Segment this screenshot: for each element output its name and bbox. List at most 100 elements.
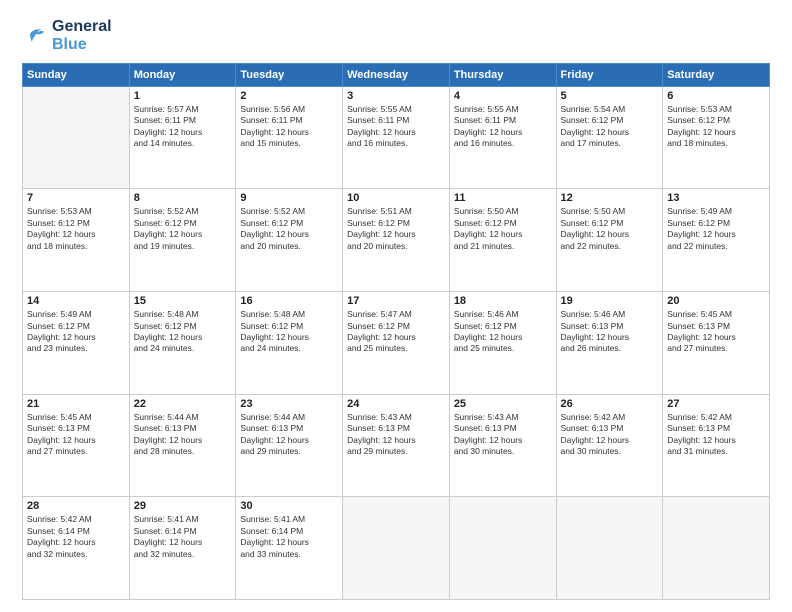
calendar-cell bbox=[663, 497, 770, 600]
calendar-cell: 17 Sunrise: 5:47 AM Sunset: 6:12 PM Dayli… bbox=[343, 292, 450, 395]
calendar-cell: 16 Sunrise: 5:48 AM Sunset: 6:12 PM Dayli… bbox=[236, 292, 343, 395]
day-number: 15 bbox=[134, 295, 232, 307]
day-number: 26 bbox=[561, 398, 659, 410]
weekday-header: Thursday bbox=[449, 63, 556, 86]
cell-info: Sunrise: 5:49 AM Sunset: 6:12 PM Dayligh… bbox=[27, 309, 125, 355]
day-number: 8 bbox=[134, 192, 232, 204]
day-number: 24 bbox=[347, 398, 445, 410]
calendar-cell: 13 Sunrise: 5:49 AM Sunset: 6:12 PM Dayli… bbox=[663, 189, 770, 292]
calendar-cell: 15 Sunrise: 5:48 AM Sunset: 6:12 PM Dayli… bbox=[129, 292, 236, 395]
calendar-cell: 22 Sunrise: 5:44 AM Sunset: 6:13 PM Dayli… bbox=[129, 394, 236, 497]
calendar-cell: 8 Sunrise: 5:52 AM Sunset: 6:12 PM Daylig… bbox=[129, 189, 236, 292]
calendar-cell: 3 Sunrise: 5:55 AM Sunset: 6:11 PM Daylig… bbox=[343, 86, 450, 189]
day-number: 20 bbox=[667, 295, 765, 307]
cell-info: Sunrise: 5:44 AM Sunset: 6:13 PM Dayligh… bbox=[240, 412, 338, 458]
day-number: 27 bbox=[667, 398, 765, 410]
cell-info: Sunrise: 5:46 AM Sunset: 6:13 PM Dayligh… bbox=[561, 309, 659, 355]
calendar: SundayMondayTuesdayWednesdayThursdayFrid… bbox=[22, 63, 770, 600]
day-number: 17 bbox=[347, 295, 445, 307]
calendar-cell bbox=[556, 497, 663, 600]
page: GeneralBlue SundayMondayTuesdayWednesday… bbox=[0, 0, 792, 612]
cell-info: Sunrise: 5:52 AM Sunset: 6:12 PM Dayligh… bbox=[134, 206, 232, 252]
logo-bird-icon bbox=[22, 20, 50, 48]
cell-info: Sunrise: 5:43 AM Sunset: 6:13 PM Dayligh… bbox=[347, 412, 445, 458]
day-number: 2 bbox=[240, 90, 338, 102]
logo-text: GeneralBlue bbox=[52, 18, 112, 55]
cell-info: Sunrise: 5:50 AM Sunset: 6:12 PM Dayligh… bbox=[561, 206, 659, 252]
calendar-cell: 12 Sunrise: 5:50 AM Sunset: 6:12 PM Dayli… bbox=[556, 189, 663, 292]
calendar-cell: 14 Sunrise: 5:49 AM Sunset: 6:12 PM Dayli… bbox=[23, 292, 130, 395]
weekday-header-row: SundayMondayTuesdayWednesdayThursdayFrid… bbox=[23, 63, 770, 86]
cell-info: Sunrise: 5:47 AM Sunset: 6:12 PM Dayligh… bbox=[347, 309, 445, 355]
day-number: 6 bbox=[667, 90, 765, 102]
calendar-cell: 30 Sunrise: 5:41 AM Sunset: 6:14 PM Dayli… bbox=[236, 497, 343, 600]
weekday-header: Sunday bbox=[23, 63, 130, 86]
calendar-cell bbox=[23, 86, 130, 189]
calendar-cell: 11 Sunrise: 5:50 AM Sunset: 6:12 PM Dayli… bbox=[449, 189, 556, 292]
weekday-header: Wednesday bbox=[343, 63, 450, 86]
calendar-cell bbox=[343, 497, 450, 600]
calendar-cell: 29 Sunrise: 5:41 AM Sunset: 6:14 PM Dayli… bbox=[129, 497, 236, 600]
calendar-cell: 7Sunrise: 5:53 AM Sunset: 6:12 PM Daylig… bbox=[23, 189, 130, 292]
day-number: 16 bbox=[240, 295, 338, 307]
calendar-week-row: 28 Sunrise: 5:42 AM Sunset: 6:14 PM Dayli… bbox=[23, 497, 770, 600]
day-number: 14 bbox=[27, 295, 125, 307]
calendar-cell: 1 Sunrise: 5:57 AM Sunset: 6:11 PM Daylig… bbox=[129, 86, 236, 189]
day-number: 3 bbox=[347, 90, 445, 102]
header: GeneralBlue bbox=[22, 18, 770, 55]
cell-info: Sunrise: 5:45 AM Sunset: 6:13 PM Dayligh… bbox=[27, 412, 125, 458]
calendar-cell: 21 Sunrise: 5:45 AM Sunset: 6:13 PM Dayli… bbox=[23, 394, 130, 497]
calendar-cell: 25Sunrise: 5:43 AM Sunset: 6:13 PM Dayli… bbox=[449, 394, 556, 497]
day-number: 13 bbox=[667, 192, 765, 204]
calendar-cell bbox=[449, 497, 556, 600]
day-number: 12 bbox=[561, 192, 659, 204]
cell-info: Sunrise: 5:43 AM Sunset: 6:13 PM Dayligh… bbox=[454, 412, 552, 458]
cell-info: Sunrise: 5:57 AM Sunset: 6:11 PM Dayligh… bbox=[134, 104, 232, 150]
cell-info: Sunrise: 5:46 AM Sunset: 6:12 PM Dayligh… bbox=[454, 309, 552, 355]
logo-blue: Blue bbox=[52, 36, 112, 54]
calendar-week-row: 21 Sunrise: 5:45 AM Sunset: 6:13 PM Dayli… bbox=[23, 394, 770, 497]
calendar-cell: 5Sunrise: 5:54 AM Sunset: 6:12 PM Daylig… bbox=[556, 86, 663, 189]
day-number: 5 bbox=[561, 90, 659, 102]
cell-info: Sunrise: 5:48 AM Sunset: 6:12 PM Dayligh… bbox=[134, 309, 232, 355]
day-number: 30 bbox=[240, 500, 338, 512]
cell-info: Sunrise: 5:56 AM Sunset: 6:11 PM Dayligh… bbox=[240, 104, 338, 150]
day-number: 1 bbox=[134, 90, 232, 102]
cell-info: Sunrise: 5:53 AM Sunset: 6:12 PM Dayligh… bbox=[667, 104, 765, 150]
weekday-header: Monday bbox=[129, 63, 236, 86]
cell-info: Sunrise: 5:51 AM Sunset: 6:12 PM Dayligh… bbox=[347, 206, 445, 252]
day-number: 19 bbox=[561, 295, 659, 307]
calendar-cell: 19 Sunrise: 5:46 AM Sunset: 6:13 PM Dayli… bbox=[556, 292, 663, 395]
calendar-cell: 28 Sunrise: 5:42 AM Sunset: 6:14 PM Dayli… bbox=[23, 497, 130, 600]
day-number: 28 bbox=[27, 500, 125, 512]
day-number: 29 bbox=[134, 500, 232, 512]
cell-info: Sunrise: 5:50 AM Sunset: 6:12 PM Dayligh… bbox=[454, 206, 552, 252]
calendar-week-row: 14 Sunrise: 5:49 AM Sunset: 6:12 PM Dayli… bbox=[23, 292, 770, 395]
day-number: 9 bbox=[240, 192, 338, 204]
calendar-cell: 6 Sunrise: 5:53 AM Sunset: 6:12 PM Daylig… bbox=[663, 86, 770, 189]
cell-info: Sunrise: 5:49 AM Sunset: 6:12 PM Dayligh… bbox=[667, 206, 765, 252]
day-number: 7 bbox=[27, 192, 125, 204]
calendar-cell: 10Sunrise: 5:51 AM Sunset: 6:12 PM Dayli… bbox=[343, 189, 450, 292]
cell-info: Sunrise: 5:41 AM Sunset: 6:14 PM Dayligh… bbox=[134, 514, 232, 560]
cell-info: Sunrise: 5:52 AM Sunset: 6:12 PM Dayligh… bbox=[240, 206, 338, 252]
calendar-cell: 2 Sunrise: 5:56 AM Sunset: 6:11 PM Daylig… bbox=[236, 86, 343, 189]
cell-info: Sunrise: 5:42 AM Sunset: 6:13 PM Dayligh… bbox=[667, 412, 765, 458]
calendar-cell: 26 Sunrise: 5:42 AM Sunset: 6:13 PM Dayli… bbox=[556, 394, 663, 497]
day-number: 11 bbox=[454, 192, 552, 204]
cell-info: Sunrise: 5:44 AM Sunset: 6:13 PM Dayligh… bbox=[134, 412, 232, 458]
calendar-cell: 23Sunrise: 5:44 AM Sunset: 6:13 PM Dayli… bbox=[236, 394, 343, 497]
day-number: 18 bbox=[454, 295, 552, 307]
day-number: 4 bbox=[454, 90, 552, 102]
logo: GeneralBlue bbox=[22, 18, 112, 55]
cell-info: Sunrise: 5:55 AM Sunset: 6:11 PM Dayligh… bbox=[347, 104, 445, 150]
cell-info: Sunrise: 5:48 AM Sunset: 6:12 PM Dayligh… bbox=[240, 309, 338, 355]
calendar-cell: 27 Sunrise: 5:42 AM Sunset: 6:13 PM Dayli… bbox=[663, 394, 770, 497]
day-number: 22 bbox=[134, 398, 232, 410]
cell-info: Sunrise: 5:42 AM Sunset: 6:13 PM Dayligh… bbox=[561, 412, 659, 458]
calendar-week-row: 1 Sunrise: 5:57 AM Sunset: 6:11 PM Daylig… bbox=[23, 86, 770, 189]
cell-info: Sunrise: 5:42 AM Sunset: 6:14 PM Dayligh… bbox=[27, 514, 125, 560]
logo-general: General bbox=[52, 18, 112, 36]
cell-info: Sunrise: 5:41 AM Sunset: 6:14 PM Dayligh… bbox=[240, 514, 338, 560]
day-number: 21 bbox=[27, 398, 125, 410]
